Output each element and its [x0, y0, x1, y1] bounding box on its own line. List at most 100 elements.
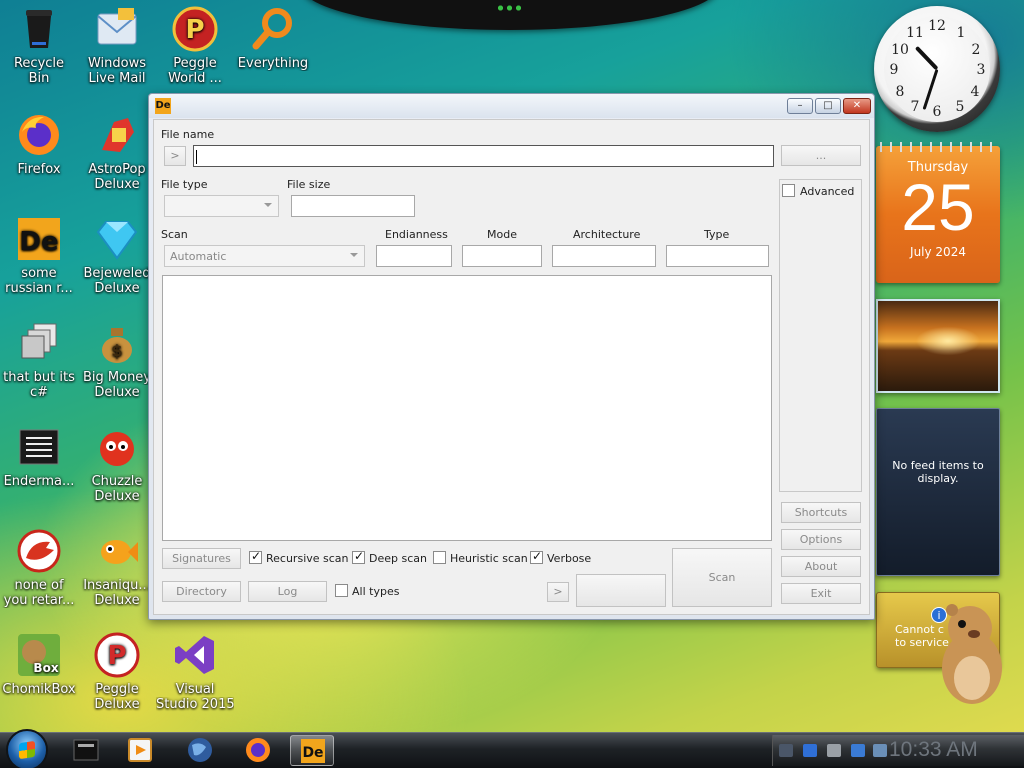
- chomikbox-icon: Box: [16, 632, 62, 678]
- window-titlebar[interactable]: De – □ ✕: [149, 94, 874, 118]
- desktop-icon-label: World ...: [168, 71, 222, 86]
- text-caret: [196, 150, 197, 164]
- type-field[interactable]: [666, 245, 769, 267]
- start-button[interactable]: [6, 729, 48, 768]
- tray-device-icon[interactable]: [803, 744, 817, 757]
- tray-monitor-icon[interactable]: [851, 744, 865, 757]
- desktop-icon-label: Deluxe: [94, 177, 140, 192]
- document-list-icon: [16, 424, 62, 470]
- desktop-icon-enderman[interactable]: Enderma...: [0, 424, 78, 489]
- clock-gadget[interactable]: 12 1 2 3 4 5 6 7 8 9 10 11: [874, 6, 1000, 132]
- desktop-icon-label: Bin: [28, 71, 50, 86]
- desktop-icon-that-but-its-csharp[interactable]: that but its c#: [0, 320, 78, 400]
- about-button[interactable]: About: [781, 556, 861, 577]
- desktop-icon-chuzzle[interactable]: Chuzzle Deluxe: [78, 424, 156, 504]
- scan-button[interactable]: Scan: [672, 548, 772, 607]
- maximize-button[interactable]: □: [815, 98, 841, 114]
- heuristic-scan-label: Heuristic scan: [450, 552, 528, 565]
- verbose-checkbox[interactable]: [530, 549, 543, 564]
- browse-button[interactable]: ...: [781, 145, 861, 166]
- mode-field[interactable]: [462, 245, 542, 267]
- desktop-icon-astropop[interactable]: AstroPop Deluxe: [78, 112, 156, 192]
- recursive-scan-checkbox[interactable]: [249, 549, 262, 564]
- feed-headlines-gadget[interactable]: No feed items to display.: [876, 408, 1000, 576]
- firefox-icon: [16, 112, 62, 158]
- calendar-gadget[interactable]: Thursday 25 July 2024: [876, 142, 1000, 283]
- svg-text:De: De: [19, 227, 58, 257]
- calendar-month: July 2024: [910, 245, 966, 259]
- desktop-icon-label: Live Mail: [88, 71, 146, 86]
- options-button[interactable]: Options: [781, 529, 861, 550]
- exit-button[interactable]: Exit: [781, 583, 861, 604]
- desktop-icon-some-russian[interactable]: De some russian r...: [0, 216, 78, 296]
- detect-it-easy-window[interactable]: De – □ ✕ File name > ... File type File …: [148, 93, 875, 620]
- desktop-icon-recycle-bin[interactable]: Recycle Bin: [0, 6, 78, 86]
- desktop-icon-firefox[interactable]: Firefox: [0, 112, 78, 177]
- taskbar-item-network[interactable]: [178, 735, 222, 766]
- tray-chat-icon[interactable]: [779, 744, 793, 757]
- desktop-icon-label: some: [21, 266, 57, 281]
- advanced-label: Advanced: [800, 185, 855, 198]
- shortcuts-button[interactable]: Shortcuts: [781, 502, 861, 523]
- desktop-icon-label: Big Money: [82, 370, 151, 385]
- desktop-icon-bejeweled[interactable]: Bejeweled Deluxe: [78, 216, 156, 296]
- svg-text:P: P: [185, 15, 204, 45]
- peggle-icon: P: [94, 632, 140, 678]
- slideshow-gadget[interactable]: [876, 299, 1000, 393]
- minimize-button[interactable]: –: [787, 98, 813, 114]
- app-icon: De: [155, 98, 171, 114]
- desktop-icon-visual-studio[interactable]: Visual Studio 2015: [156, 632, 234, 712]
- progress-button[interactable]: [576, 574, 666, 607]
- clock-number: 2: [971, 42, 981, 58]
- signatures-button[interactable]: Signatures: [162, 548, 241, 569]
- desktop-icon-label: Deluxe: [94, 385, 140, 400]
- heuristic-scan-checkbox[interactable]: [433, 551, 446, 564]
- taskbar: De 10:33 AM: [0, 729, 1024, 768]
- scan-arrow-button[interactable]: >: [547, 582, 569, 602]
- deep-scan-label: Deep scan: [369, 552, 427, 565]
- astropop-icon: [94, 112, 140, 158]
- desktop-icon-label: Studio 2015: [156, 697, 234, 712]
- file-name-input[interactable]: [193, 145, 774, 167]
- advanced-panel: [779, 179, 862, 492]
- log-button[interactable]: Log: [248, 581, 327, 602]
- desktop-icon-chomikbox[interactable]: Box ChomikBox: [0, 632, 78, 697]
- tray-update-icon[interactable]: [827, 744, 841, 757]
- calendar-day: 25: [901, 170, 975, 244]
- architecture-field[interactable]: [552, 245, 656, 267]
- desktop-icon-windows-live-mail[interactable]: Windows Live Mail: [78, 6, 156, 86]
- taskbar-item-firefox[interactable]: [236, 735, 280, 766]
- windows-logo-icon: [19, 740, 35, 760]
- file-name-arrow-button[interactable]: >: [164, 146, 186, 166]
- file-size-field[interactable]: [291, 195, 415, 217]
- taskbar-item-detect-it-easy[interactable]: De: [290, 735, 334, 766]
- desktop-icon-everything[interactable]: Everything: [234, 6, 312, 71]
- desktop-icon-label: Windows: [87, 56, 147, 71]
- tray-volume-icon[interactable]: [873, 744, 887, 757]
- desktop-icon-peggle-world[interactable]: P Peggle World ...: [156, 6, 234, 86]
- close-button[interactable]: ✕: [843, 98, 871, 114]
- system-tray: 10:33 AM: [772, 735, 1024, 766]
- advanced-checkbox[interactable]: [782, 184, 795, 197]
- red-dino-icon: [16, 528, 62, 574]
- taskbar-item-command-prompt[interactable]: [64, 735, 108, 766]
- desktop-icon-insaniquarium[interactable]: Insaniqu... Deluxe: [78, 528, 156, 608]
- results-area[interactable]: [162, 275, 772, 541]
- all-types-checkbox[interactable]: [335, 584, 348, 597]
- desktop-icon-label: Deluxe: [94, 697, 140, 712]
- chevron-down-icon: [350, 253, 358, 257]
- terminal-icon: [73, 739, 99, 761]
- file-type-select[interactable]: [164, 195, 279, 217]
- desktop-icon-big-money[interactable]: $ Big Money Deluxe: [78, 320, 156, 400]
- endianness-field[interactable]: [376, 245, 452, 267]
- taskbar-item-media-player[interactable]: [118, 735, 162, 766]
- desktop-icon-peggle-deluxe[interactable]: P Peggle Deluxe: [78, 632, 156, 712]
- directory-button[interactable]: Directory: [162, 581, 241, 602]
- deep-scan-checkbox[interactable]: [352, 549, 365, 564]
- peggle-icon: P: [172, 6, 218, 52]
- taskbar-clock[interactable]: 10:33 AM: [889, 738, 978, 762]
- file-name-label: File name: [161, 128, 215, 141]
- desktop-icon-none-of-you[interactable]: none of you retar...: [0, 528, 78, 608]
- clock-number: 11: [906, 25, 924, 41]
- scan-mode-select[interactable]: Automatic: [164, 245, 365, 267]
